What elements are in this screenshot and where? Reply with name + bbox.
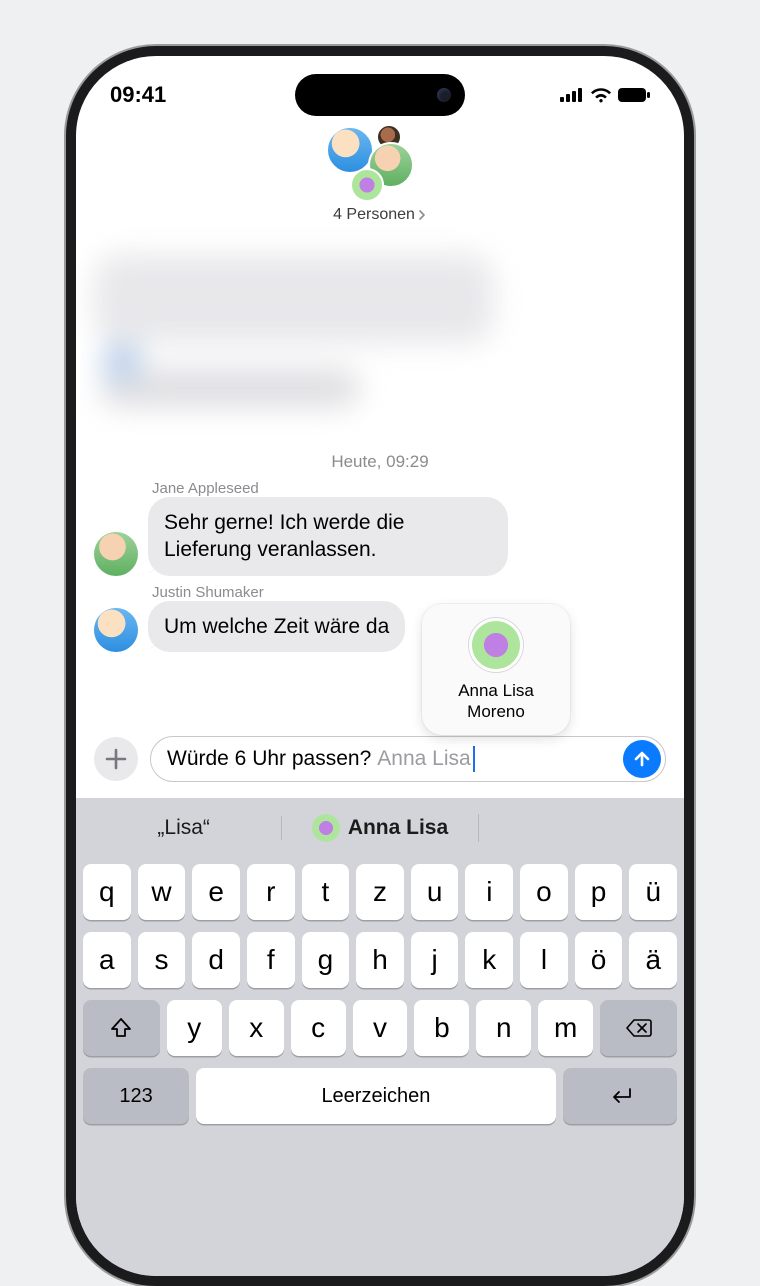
keyboard-row: a s d f g h j k l ö ä bbox=[76, 926, 684, 994]
key-n[interactable]: n bbox=[476, 1000, 531, 1056]
group-avatar-cluster bbox=[320, 124, 440, 202]
key-ae[interactable]: ä bbox=[629, 932, 677, 988]
key-k[interactable]: k bbox=[465, 932, 513, 988]
message-sender-label: Jane Appleseed bbox=[152, 480, 666, 497]
mention-name: Anna Lisa bbox=[458, 681, 534, 700]
key-i[interactable]: i bbox=[465, 864, 513, 920]
mention-suggestion-popover[interactable]: Anna Lisa Moreno bbox=[422, 604, 570, 735]
key-r[interactable]: r bbox=[247, 864, 295, 920]
blurred-earlier-messages bbox=[94, 224, 666, 444]
backspace-key[interactable] bbox=[600, 1000, 677, 1056]
key-oe[interactable]: ö bbox=[575, 932, 623, 988]
key-e[interactable]: e bbox=[192, 864, 240, 920]
dynamic-island bbox=[295, 74, 465, 116]
key-p[interactable]: p bbox=[575, 864, 623, 920]
battery-icon bbox=[618, 88, 650, 102]
message-sender-label: Justin Shumaker bbox=[152, 584, 666, 601]
message-bubble[interactable]: Um welche Zeit wäre da bbox=[148, 601, 405, 652]
key-c[interactable]: c bbox=[291, 1000, 346, 1056]
send-button[interactable] bbox=[623, 740, 661, 778]
key-j[interactable]: j bbox=[411, 932, 459, 988]
keyboard: „Lisa“ Anna Lisa q w e r t z u i o p ü a bbox=[76, 798, 684, 1276]
key-g[interactable]: g bbox=[302, 932, 350, 988]
message-row[interactable]: Um welche Zeit wäre da bbox=[94, 601, 666, 652]
numbers-key[interactable]: 123 bbox=[83, 1068, 189, 1124]
compose-bar: Würde 6 Uhr passen? Anna Lisa bbox=[94, 736, 666, 782]
phone-frame: 09:41 4 Personen Heute, 09:29 Jane Apple… bbox=[66, 46, 694, 1286]
key-y[interactable]: y bbox=[167, 1000, 222, 1056]
key-b[interactable]: b bbox=[414, 1000, 469, 1056]
mention-name: Moreno bbox=[467, 702, 525, 721]
backspace-icon bbox=[625, 1018, 653, 1038]
avatar bbox=[94, 532, 138, 576]
keyboard-row: 123 Leerzeichen bbox=[76, 1062, 684, 1130]
cellular-icon bbox=[560, 88, 584, 102]
key-u[interactable]: u bbox=[411, 864, 459, 920]
key-ue[interactable]: ü bbox=[629, 864, 677, 920]
prediction-candidate[interactable]: „Lisa“ bbox=[86, 816, 282, 840]
return-key[interactable] bbox=[563, 1068, 677, 1124]
compose-mention-text: Anna Lisa bbox=[377, 747, 470, 771]
key-q[interactable]: q bbox=[83, 864, 131, 920]
keyboard-row: q w e r t z u i o p ü bbox=[76, 858, 684, 926]
key-s[interactable]: s bbox=[138, 932, 186, 988]
compose-typed-text: Würde 6 Uhr passen? bbox=[167, 747, 371, 771]
thread-timestamp: Heute, 09:29 bbox=[94, 452, 666, 472]
return-icon bbox=[607, 1086, 633, 1106]
status-icons bbox=[560, 87, 650, 103]
key-x[interactable]: x bbox=[229, 1000, 284, 1056]
avatar bbox=[312, 814, 340, 842]
message-input[interactable]: Würde 6 Uhr passen? Anna Lisa bbox=[150, 736, 666, 782]
arrow-up-icon bbox=[632, 749, 652, 769]
status-time: 09:41 bbox=[110, 82, 166, 108]
key-o[interactable]: o bbox=[520, 864, 568, 920]
key-v[interactable]: v bbox=[353, 1000, 408, 1056]
key-w[interactable]: w bbox=[138, 864, 186, 920]
conversation-header[interactable]: 4 Personen bbox=[76, 120, 684, 224]
avatar bbox=[469, 618, 523, 672]
prediction-candidate[interactable]: Anna Lisa bbox=[282, 814, 478, 842]
key-f[interactable]: f bbox=[247, 932, 295, 988]
message-thread[interactable]: Heute, 09:29 Jane Appleseed Sehr gerne! … bbox=[76, 224, 684, 784]
plus-icon bbox=[105, 748, 127, 770]
attach-plus-button[interactable] bbox=[94, 737, 138, 781]
avatar bbox=[94, 608, 138, 652]
key-l[interactable]: l bbox=[520, 932, 568, 988]
avatar bbox=[350, 168, 384, 202]
avatar bbox=[326, 126, 374, 174]
message-row[interactable]: Sehr gerne! Ich werde die Lieferung vera… bbox=[94, 497, 666, 576]
chevron-right-icon bbox=[417, 210, 427, 220]
key-z[interactable]: z bbox=[356, 864, 404, 920]
wifi-icon bbox=[590, 87, 612, 103]
key-d[interactable]: d bbox=[192, 932, 240, 988]
shift-key[interactable] bbox=[83, 1000, 160, 1056]
group-count-label: 4 Personen bbox=[333, 206, 415, 224]
text-caret bbox=[473, 746, 475, 772]
key-h[interactable]: h bbox=[356, 932, 404, 988]
keyboard-row: y x c v b n m bbox=[76, 994, 684, 1062]
key-a[interactable]: a bbox=[83, 932, 131, 988]
message-bubble[interactable]: Sehr gerne! Ich werde die Lieferung vera… bbox=[148, 497, 508, 576]
prediction-bar: „Lisa“ Anna Lisa bbox=[76, 798, 684, 858]
key-t[interactable]: t bbox=[302, 864, 350, 920]
key-m[interactable]: m bbox=[538, 1000, 593, 1056]
shift-icon bbox=[109, 1016, 133, 1040]
space-key[interactable]: Leerzeichen bbox=[196, 1068, 555, 1124]
